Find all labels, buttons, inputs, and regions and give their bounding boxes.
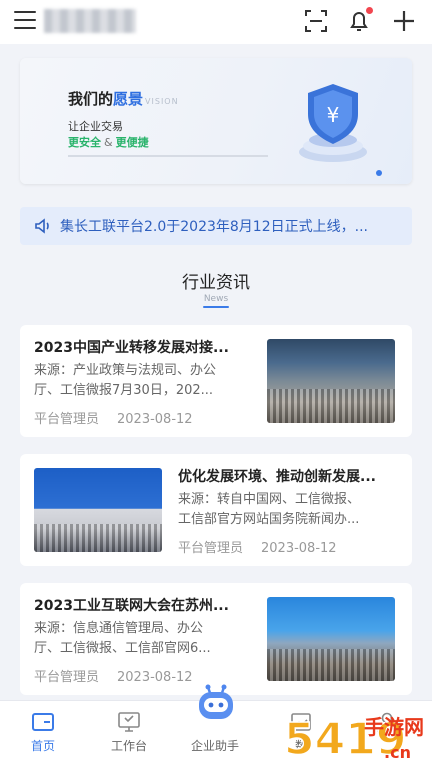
tab-home[interactable]: 首页 <box>0 701 86 768</box>
news-thumbnail[interactable] <box>34 468 162 552</box>
robot-icon[interactable] <box>196 683 236 721</box>
news-title: 优化发展环境、推动创新发展... <box>178 469 376 485</box>
news-meta: 平台管理员 2023-08-12 <box>34 408 193 427</box>
tab-label: 首页 <box>30 739 55 753</box>
section-subtitle: News <box>203 294 229 304</box>
news-meta: 平台管理员 2023-08-12 <box>178 537 337 556</box>
news-author: 平台管理员 <box>178 541 244 556</box>
news-title: 2023工业互联网大会在苏州... <box>34 598 229 614</box>
section-underline <box>203 306 229 308</box>
news-source: 来源：产业政策与法规司、办公 厅、工信微报7月30日，202... <box>34 363 217 398</box>
vision-banner[interactable]: 我们的愿景 VISION 让企业交易 更安全 & 更便捷 ¥ <box>20 58 412 184</box>
scan-icon[interactable] <box>303 8 329 34</box>
notification-dot <box>366 7 373 14</box>
menu-icon[interactable] <box>14 11 36 31</box>
home-icon <box>32 713 54 731</box>
speaker-icon <box>35 218 49 234</box>
banner-fine-print <box>68 155 268 157</box>
top-bar <box>0 0 432 44</box>
banner-title: 我们的愿景 VISION <box>68 90 179 108</box>
watermark-logo: 5419 手游网 .cn <box>283 713 424 766</box>
news-date: 2023-08-12 <box>261 541 337 556</box>
news-author: 平台管理员 <box>34 412 100 427</box>
svg-text:¥: ¥ <box>327 103 340 127</box>
news-card[interactable]: 2023中国产业转移发展对接... 来源：产业政策与法规司、办公 厅、工信微报7月… <box>20 325 412 437</box>
news-source: 来源：信息通信管理局、办公 厅、工信微报、工信部官网6... <box>34 621 211 656</box>
news-thumbnail[interactable] <box>267 339 395 423</box>
news-thumbnail[interactable] <box>267 597 395 681</box>
section-title: 行业资讯 <box>182 273 250 293</box>
tab-label: 企业助手 <box>190 739 239 753</box>
news-title: 2023中国产业转移发展对接... <box>34 340 229 356</box>
plus-icon[interactable] <box>391 8 417 34</box>
blurred-user-name <box>44 9 136 33</box>
news-card[interactable]: 2023工业互联网大会在苏州... 来源：信息通信管理局、办公 厅、工信微报、工信… <box>20 583 412 695</box>
tab-label: 工作台 <box>110 739 147 753</box>
news-date: 2023-08-12 <box>117 412 193 427</box>
banner-subtitle: 让企业交易 <box>68 120 123 133</box>
news-meta: 平台管理员 2023-08-12 <box>34 666 193 685</box>
shield-icon: ¥ <box>299 84 367 162</box>
banner-tagline: 更安全 & 更便捷 <box>68 136 149 149</box>
news-source: 来源：转自中国网、工信微报、 工信部官方网站国务院新闻办... <box>178 492 361 527</box>
announcement-text: 集长工联平台2.0于2023年8月12日正式上线，... <box>60 219 368 235</box>
news-author: 平台管理员 <box>34 670 100 685</box>
svg-text:手游网: 手游网 <box>364 715 424 739</box>
carousel-indicator <box>376 170 382 176</box>
news-card[interactable]: 优化发展环境、推动创新发展... 来源：转自中国网、工信微报、 工信部官方网站国务… <box>20 454 412 566</box>
svg-text:.cn: .cn <box>384 743 411 762</box>
news-date: 2023-08-12 <box>117 670 193 685</box>
tab-workbench[interactable]: 工作台 <box>86 701 172 768</box>
announcement-bar[interactable]: 集长工联平台2.0于2023年8月12日正式上线，... <box>20 207 412 245</box>
monitor-icon <box>118 712 140 732</box>
